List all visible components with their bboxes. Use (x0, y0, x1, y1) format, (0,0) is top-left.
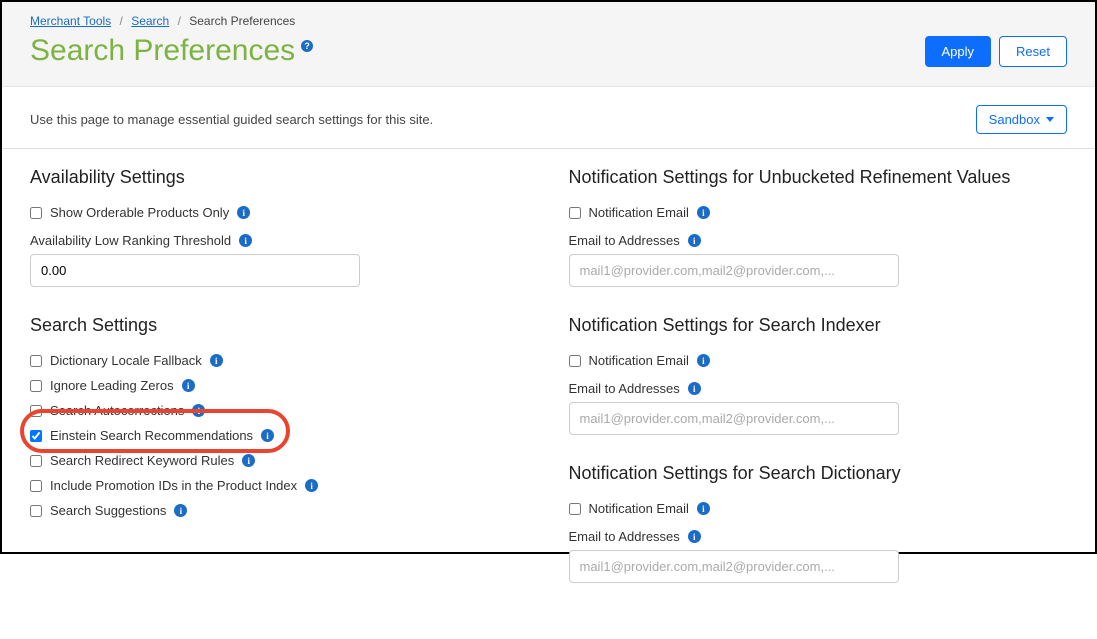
unbucketed-email-to-label: Email to Addresses (569, 233, 680, 248)
promo-ids-checkbox[interactable] (30, 480, 42, 492)
unbucketed-notif-label[interactable]: Notification Email (589, 205, 689, 220)
breadcrumb: Merchant Tools / Search / Search Prefere… (30, 14, 1067, 28)
reset-button[interactable]: Reset (999, 36, 1067, 67)
dictionary-heading: Notification Settings for Search Diction… (569, 463, 1068, 484)
info-icon[interactable]: i (697, 206, 710, 219)
chevron-down-icon (1046, 117, 1054, 122)
redirect-rules-label[interactable]: Search Redirect Keyword Rules (50, 453, 234, 468)
unbucketed-notification-section: Notification Settings for Unbucketed Ref… (569, 167, 1068, 287)
indexer-notif-checkbox[interactable] (569, 355, 581, 367)
dictionary-notification-section: Notification Settings for Search Diction… (569, 463, 1068, 583)
intro-text: Use this page to manage essential guided… (30, 112, 433, 127)
info-icon[interactable]: i (182, 379, 195, 392)
indexer-notification-section: Notification Settings for Search Indexer… (569, 315, 1068, 435)
info-icon[interactable]: i (237, 206, 250, 219)
low-ranking-threshold-input[interactable] (30, 254, 360, 287)
breadcrumb-current: Search Preferences (189, 14, 295, 28)
indexer-notif-label[interactable]: Notification Email (589, 353, 689, 368)
availability-settings-heading: Availability Settings (30, 167, 529, 188)
info-icon[interactable]: i (210, 354, 223, 367)
einstein-recommendations-checkbox[interactable] (30, 430, 42, 442)
breadcrumb-sep: / (178, 14, 181, 28)
indexer-heading: Notification Settings for Search Indexer (569, 315, 1068, 336)
dictionary-email-to-label: Email to Addresses (569, 529, 680, 544)
page-title: Search Preferences ? (30, 34, 313, 68)
info-icon[interactable]: i (688, 382, 701, 395)
indexer-email-input[interactable] (569, 402, 899, 435)
breadcrumb-search[interactable]: Search (131, 14, 169, 28)
search-settings-section: Search Settings Dictionary Locale Fallba… (30, 315, 529, 523)
autocorrect-checkbox[interactable] (30, 405, 42, 417)
dict-fallback-checkbox[interactable] (30, 355, 42, 367)
low-ranking-threshold-label: Availability Low Ranking Threshold (30, 233, 231, 248)
ignore-zeros-label[interactable]: Ignore Leading Zeros (50, 378, 174, 393)
unbucketed-notif-checkbox[interactable] (569, 207, 581, 219)
suggestions-label[interactable]: Search Suggestions (50, 503, 166, 518)
apply-button[interactable]: Apply (925, 36, 992, 67)
unbucketed-heading: Notification Settings for Unbucketed Ref… (569, 167, 1068, 188)
info-icon[interactable]: i (242, 454, 255, 467)
info-icon[interactable]: i (305, 479, 318, 492)
environment-dropdown-label: Sandbox (989, 112, 1040, 127)
einstein-recommendations-label[interactable]: Einstein Search Recommendations (50, 428, 253, 443)
info-icon[interactable]: i (174, 504, 187, 517)
unbucketed-email-input[interactable] (569, 254, 899, 287)
info-icon[interactable]: i (697, 502, 710, 515)
info-icon[interactable]: i (261, 429, 274, 442)
dictionary-notif-checkbox[interactable] (569, 503, 581, 515)
redirect-rules-checkbox[interactable] (30, 455, 42, 467)
help-icon[interactable]: ? (301, 40, 313, 52)
breadcrumb-sep: / (120, 14, 123, 28)
suggestions-checkbox[interactable] (30, 505, 42, 517)
show-orderable-label[interactable]: Show Orderable Products Only (50, 205, 229, 220)
page-title-text: Search Preferences (30, 34, 295, 68)
info-icon[interactable]: i (688, 234, 701, 247)
dictionary-email-input[interactable] (569, 550, 899, 583)
environment-dropdown[interactable]: Sandbox (976, 105, 1067, 134)
dictionary-notif-label[interactable]: Notification Email (589, 501, 689, 516)
autocorrect-label[interactable]: Search Autocorrections (50, 403, 184, 418)
info-icon[interactable]: i (239, 234, 252, 247)
availability-settings-section: Availability Settings Show Orderable Pro… (30, 167, 529, 287)
indexer-email-to-label: Email to Addresses (569, 381, 680, 396)
search-settings-heading: Search Settings (30, 315, 529, 336)
show-orderable-checkbox[interactable] (30, 207, 42, 219)
info-icon[interactable]: i (697, 354, 710, 367)
breadcrumb-merchant-tools[interactable]: Merchant Tools (30, 14, 111, 28)
info-icon[interactable]: i (688, 530, 701, 543)
ignore-zeros-checkbox[interactable] (30, 380, 42, 392)
promo-ids-label[interactable]: Include Promotion IDs in the Product Ind… (50, 478, 297, 493)
info-icon[interactable]: i (192, 404, 205, 417)
dict-fallback-label[interactable]: Dictionary Locale Fallback (50, 353, 202, 368)
